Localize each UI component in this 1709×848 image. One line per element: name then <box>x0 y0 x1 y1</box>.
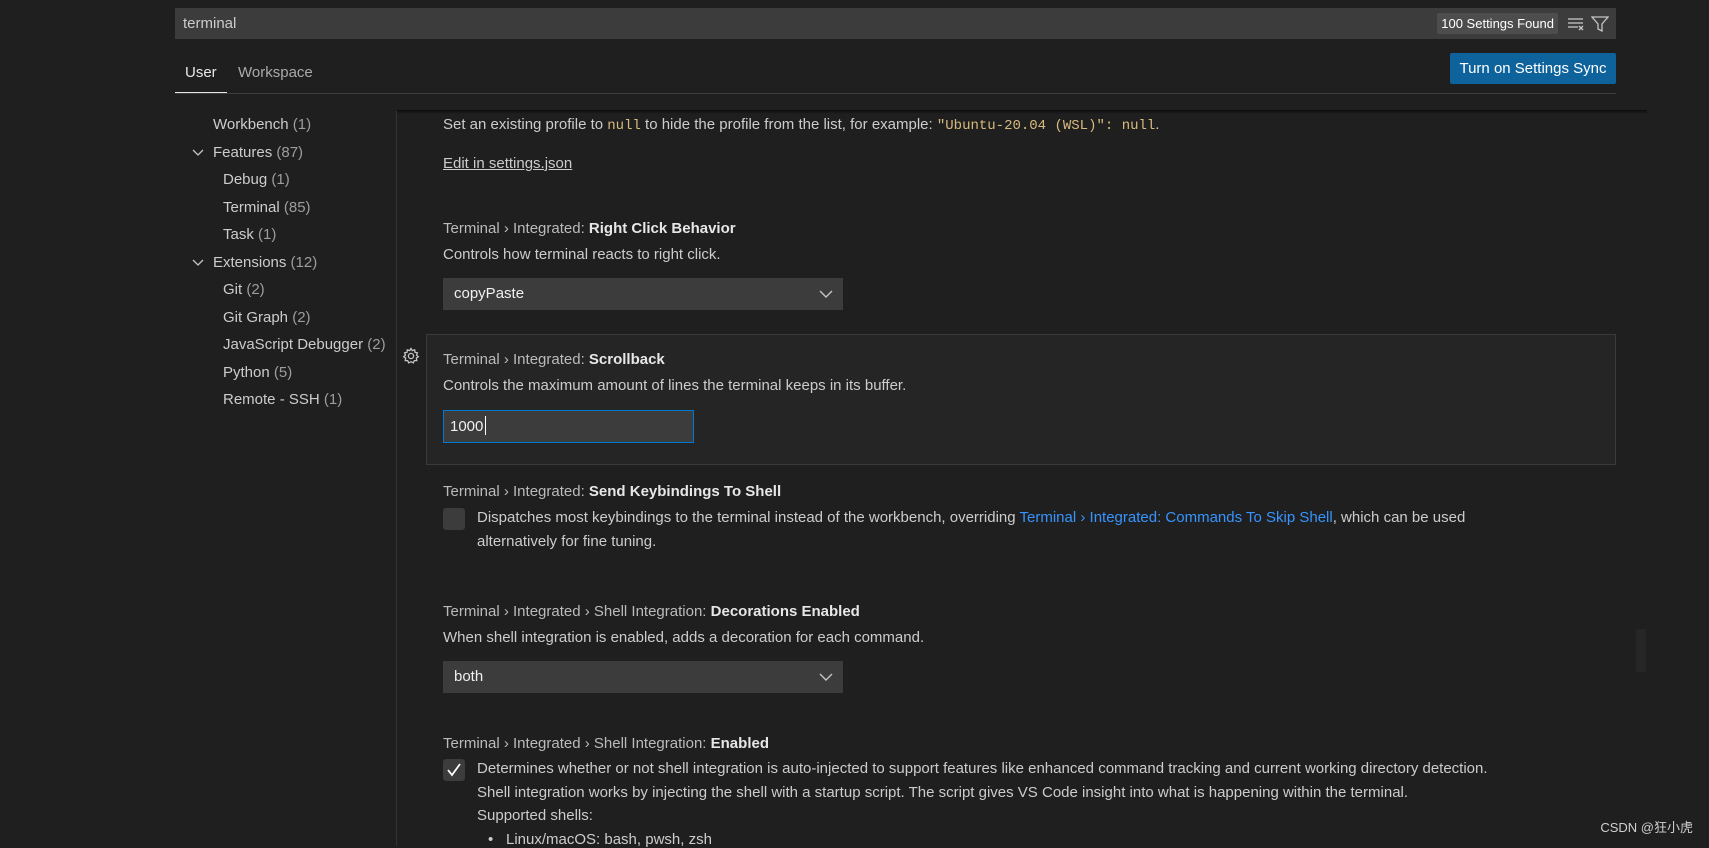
setting-category: Terminal › Integrated: <box>443 220 589 237</box>
scrollback-input[interactable] <box>443 410 694 443</box>
select-value: copyPaste <box>454 285 525 302</box>
watermark: CSDN @狂小虎 <box>1600 820 1693 835</box>
code-null: null <box>607 118 641 134</box>
toc-count: (1) <box>258 226 277 243</box>
setting-description-line2: Shell integration works by injecting the… <box>477 784 1409 801</box>
tab-user[interactable]: User <box>185 58 217 94</box>
desc-text: . <box>1155 116 1160 133</box>
setting-description-line2: alternatively for fine tuning. <box>477 533 657 550</box>
code-example: "Ubuntu-20.04 (WSL)": null <box>936 118 1156 134</box>
setting-title-decorations-enabled: Terminal › Integrated › Shell Integratio… <box>443 603 860 620</box>
setting-title-scrollback: Terminal › Integrated: Scrollback <box>443 351 665 368</box>
setting-name: Enabled <box>710 735 769 752</box>
checkmark-icon <box>447 763 461 777</box>
setting-description: Controls how terminal reacts to right cl… <box>443 246 721 263</box>
setting-title-shell-integration-enabled: Terminal › Integrated › Shell Integratio… <box>443 735 769 752</box>
decorations-enabled-select[interactable]: both <box>443 661 843 693</box>
toc-label: Debug <box>223 171 268 188</box>
setting-description: Controls the maximum amount of lines the… <box>443 377 907 394</box>
clear-filter-icon[interactable] <box>1566 13 1586 34</box>
select-value: both <box>454 668 484 685</box>
toc-count: (2) <box>246 281 265 298</box>
toc-item-git[interactable]: Git (2) <box>223 279 265 301</box>
toc-label: Extensions <box>213 254 287 271</box>
sidebar-divider <box>396 111 397 846</box>
chevron-down-icon <box>819 661 833 693</box>
header-divider <box>175 93 1616 94</box>
toc-item-features[interactable]: Features (87) <box>213 142 303 164</box>
toc-item-terminal[interactable]: Terminal (85) <box>223 197 311 219</box>
chevron-down-icon[interactable] <box>191 142 205 164</box>
bullet-text: Linux/macOS: bash, pwsh, zsh <box>506 831 712 848</box>
toc-label: Features <box>213 144 273 161</box>
gear-icon[interactable] <box>402 347 420 369</box>
filter-icon[interactable] <box>1590 13 1610 34</box>
setting-category: Terminal › Integrated: <box>443 351 589 368</box>
toc-item-task[interactable]: Task (1) <box>223 224 276 246</box>
edit-in-settings-json-link[interactable]: Edit in settings.json <box>443 155 572 172</box>
toc-item-extensions[interactable]: Extensions (12) <box>213 252 317 274</box>
toc-count: (12) <box>290 254 318 271</box>
supported-shell-bullet: • Linux/macOS: bash, pwsh, zsh <box>488 831 712 848</box>
setting-category: Terminal › Integrated › Shell Integratio… <box>443 603 711 620</box>
setting-category: Terminal › Integrated: <box>443 483 589 500</box>
shell-integration-enabled-checkbox[interactable] <box>443 759 465 781</box>
desc-text: Set an existing profile to <box>443 116 608 133</box>
toc-item-workbench[interactable]: Workbench (1) <box>213 114 311 136</box>
setting-name: Right Click Behavior <box>588 220 736 237</box>
setting-description-line3: Supported shells: <box>477 807 593 824</box>
setting-title-send-keybindings: Terminal › Integrated: Send Keybindings … <box>443 483 781 500</box>
toc-count: (2) <box>292 309 311 326</box>
setting-name: Scrollback <box>588 351 665 368</box>
toc-item-python[interactable]: Python (5) <box>223 362 292 384</box>
scrollback-input-wrapper <box>443 410 694 443</box>
toc-label: Python <box>223 364 270 381</box>
toc-count: (1) <box>292 116 312 133</box>
toc-item-remote-ssh[interactable]: Remote - SSH (1) <box>223 389 342 411</box>
results-count-badge: 100 Settings Found <box>1437 13 1558 34</box>
right-click-behavior-select[interactable]: copyPaste <box>443 278 843 310</box>
toc-count: (2) <box>367 336 386 353</box>
setting-title-right-click-behavior: Terminal › Integrated: Right Click Behav… <box>443 220 736 237</box>
toc-count: (85) <box>283 199 311 216</box>
setting-category: Terminal › Integrated › Shell Integratio… <box>443 735 711 752</box>
setting-description: When shell integration is enabled, adds … <box>443 629 925 646</box>
chevron-down-icon[interactable] <box>191 252 205 274</box>
toc-label: Terminal <box>223 199 280 216</box>
toc-label: Git Graph <box>223 309 289 326</box>
chevron-down-icon <box>819 278 833 310</box>
settings-search-bar: 100 Settings Found <box>175 8 1616 39</box>
setting-name: Decorations Enabled <box>710 603 860 620</box>
toc-count: (87) <box>276 144 304 161</box>
toc-item-debug[interactable]: Debug (1) <box>223 169 290 191</box>
desc-text: to hide the profile from the list, for e… <box>640 116 937 133</box>
scroll-shadow <box>397 110 1647 114</box>
send-keybindings-checkbox[interactable] <box>443 508 465 530</box>
toc-count: (1) <box>323 391 343 408</box>
scrollbar-thumb[interactable] <box>1636 629 1646 672</box>
desc-text: Dispatches most keybindings to the termi… <box>477 509 1020 526</box>
toc-item-git-graph[interactable]: Git Graph (2) <box>223 307 311 329</box>
toc-count: (1) <box>271 171 290 188</box>
toc-count: (5) <box>273 364 293 381</box>
setting-description: Determines whether or not shell integrat… <box>477 760 1488 777</box>
text-caret <box>485 416 486 435</box>
desc-text: , which can be used <box>1332 509 1466 526</box>
toc-label: Workbench <box>213 116 289 133</box>
toc-item-javascript-debugger[interactable]: JavaScript Debugger (2) <box>223 334 386 356</box>
settings-search-input[interactable] <box>183 8 1383 39</box>
setting-name: Send Keybindings To Shell <box>588 483 782 500</box>
tab-workspace[interactable]: Workspace <box>238 58 313 94</box>
setting-description: Dispatches most keybindings to the termi… <box>477 509 1465 526</box>
toc-label: Git <box>223 281 243 298</box>
toc-label: JavaScript Debugger <box>223 336 364 353</box>
profiles-description-tail: Set an existing profile to null to hide … <box>443 116 1159 134</box>
turn-on-settings-sync-button[interactable]: Turn on Settings Sync <box>1450 53 1616 84</box>
commands-to-skip-shell-link[interactable]: Terminal › Integrated: Commands To Skip … <box>1020 509 1333 526</box>
toc-label: Task <box>223 226 254 243</box>
toc-label: Remote - SSH <box>223 391 320 408</box>
bullet-icon: • <box>488 831 494 848</box>
